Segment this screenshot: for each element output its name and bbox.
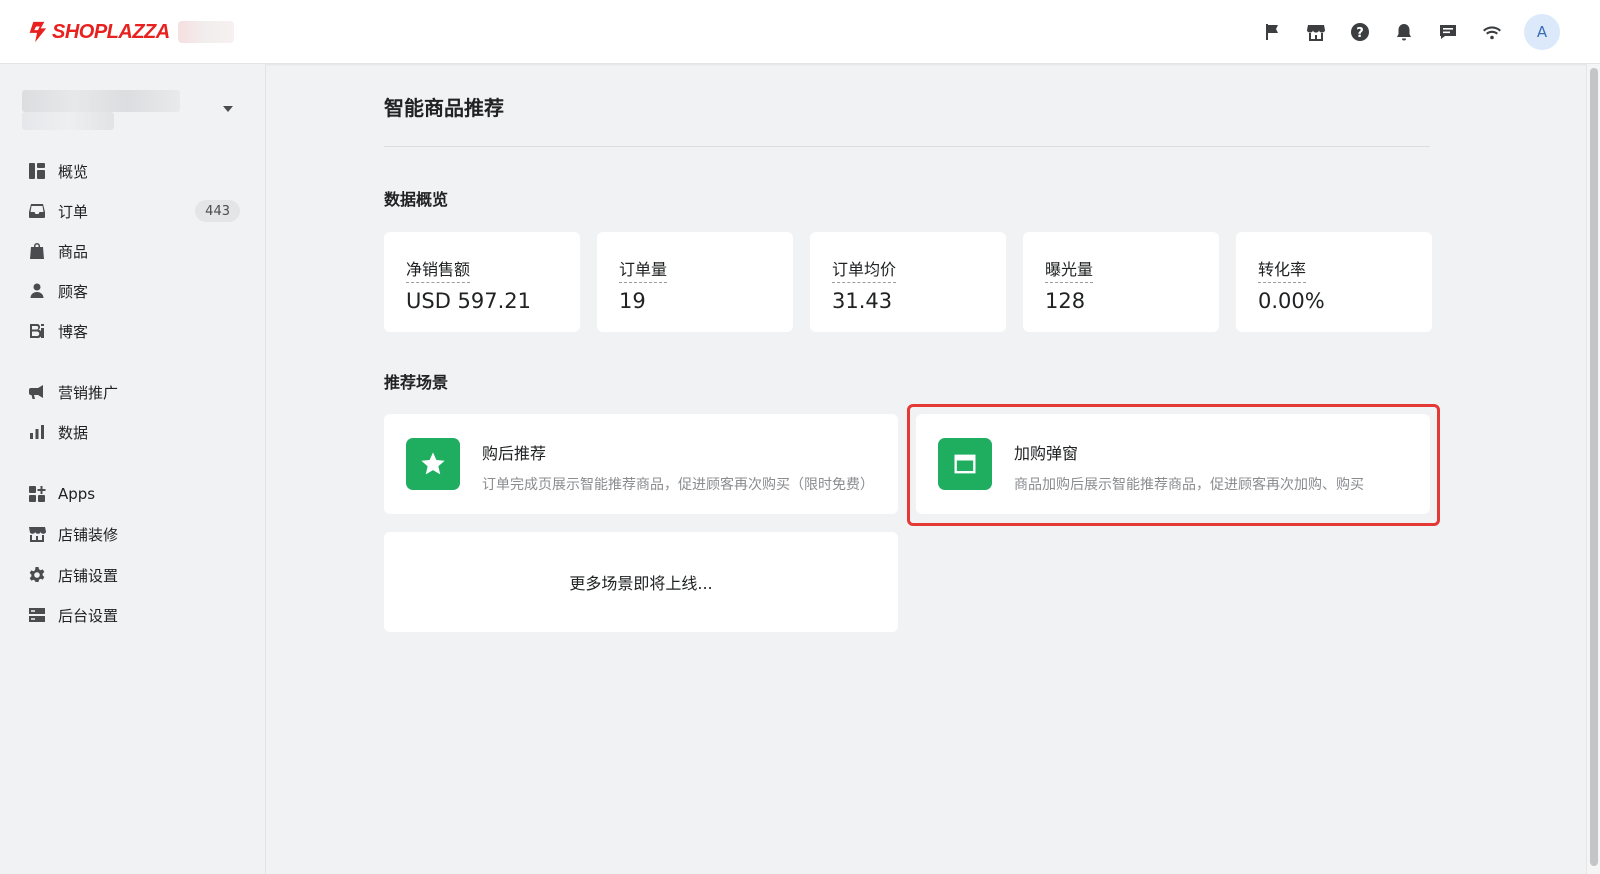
sidebar-item-marketing[interactable]: 营销推广 bbox=[12, 375, 252, 409]
sidebar-item-blog[interactable]: 博客 bbox=[12, 314, 252, 348]
stat-value: 0.00% bbox=[1258, 289, 1325, 313]
stat-value: USD 597.21 bbox=[406, 289, 532, 313]
store-url-redacted bbox=[22, 112, 114, 130]
scene-card-post-purchase[interactable]: 购后推荐 订单完成页展示智能推荐商品，促进顾客再次购买（限时免费） bbox=[384, 414, 898, 514]
scenes-section-title: 推荐场景 bbox=[384, 373, 449, 392]
sidebar-item-label: 订单 bbox=[58, 202, 89, 221]
window-icon bbox=[938, 438, 992, 490]
sidebar-item-customers[interactable]: 顾客 bbox=[12, 274, 252, 308]
star-icon bbox=[406, 438, 460, 490]
scene-title: 购后推荐 bbox=[482, 444, 547, 463]
sidebar-item-theme[interactable]: 店铺装修 bbox=[12, 517, 252, 551]
stat-label[interactable]: 转化率 bbox=[1258, 256, 1307, 283]
sidebar-item-label: 后台设置 bbox=[58, 606, 119, 625]
top-bar: SHOPLAZZA ? A bbox=[0, 0, 1600, 64]
server-icon bbox=[28, 606, 46, 624]
help-icon[interactable]: ? bbox=[1338, 12, 1382, 52]
scene-card-add-to-cart-popup[interactable]: 加购弹窗 商品加购后展示智能推荐商品，促进顾客再次加购、购买 bbox=[916, 414, 1430, 514]
sidebar-item-label: 营销推广 bbox=[58, 383, 119, 402]
scene-description: 订单完成页展示智能推荐商品，促进顾客再次购买（限时免费） bbox=[482, 477, 874, 493]
sidebar-item-label: 商品 bbox=[58, 242, 89, 261]
store-icon bbox=[28, 525, 46, 543]
page-title: 智能商品推荐 bbox=[384, 96, 504, 120]
blog-icon bbox=[28, 322, 46, 340]
store-icon[interactable] bbox=[1294, 12, 1338, 52]
store-selector[interactable] bbox=[22, 90, 242, 134]
shoplazza-logo-icon bbox=[26, 20, 48, 44]
person-icon bbox=[28, 282, 46, 300]
stat-card-net-sales: 净销售额 USD 597.21 bbox=[384, 232, 580, 332]
stat-label[interactable]: 曝光量 bbox=[1045, 256, 1094, 283]
scene-description: 商品加购后展示智能推荐商品，促进顾客再次加购、购买 bbox=[1014, 477, 1364, 493]
store-name-redacted bbox=[22, 90, 180, 112]
sidebar-item-label: 店铺装修 bbox=[58, 525, 119, 544]
sidebar-item-analytics[interactable]: 数据 bbox=[12, 415, 252, 449]
bell-icon[interactable] bbox=[1382, 12, 1426, 52]
sidebar-item-label: 店铺设置 bbox=[58, 566, 119, 585]
stat-card-impressions: 曝光量 128 bbox=[1023, 232, 1219, 332]
sidebar-item-orders[interactable]: 订单 443 bbox=[12, 194, 252, 228]
dashboard-icon bbox=[28, 162, 46, 180]
sidebar-item-store-settings[interactable]: 店铺设置 bbox=[12, 558, 252, 592]
scrollbar-thumb[interactable] bbox=[1590, 68, 1598, 866]
stat-card-order-count: 订单量 19 bbox=[597, 232, 793, 332]
scrollbar[interactable] bbox=[1586, 64, 1600, 874]
apps-icon bbox=[28, 485, 46, 503]
stat-card-average-order: 订单均价 31.43 bbox=[810, 232, 1006, 332]
sidebar-item-products[interactable]: 商品 bbox=[12, 234, 252, 268]
scene-title: 加购弹窗 bbox=[1014, 444, 1079, 463]
orders-count-badge: 443 bbox=[195, 200, 240, 222]
svg-text:?: ? bbox=[1356, 26, 1364, 41]
sidebar-item-label: Apps bbox=[58, 485, 96, 503]
flag-icon[interactable] bbox=[1250, 12, 1294, 52]
more-scenes-card: 更多场景即将上线... bbox=[384, 532, 898, 632]
stat-value: 19 bbox=[619, 289, 646, 313]
store-name-redacted bbox=[177, 21, 234, 43]
bag-icon bbox=[28, 242, 46, 260]
wifi-icon[interactable] bbox=[1470, 12, 1514, 52]
stat-label[interactable]: 订单均价 bbox=[832, 256, 897, 283]
sidebar: 概览 订单 443 商品 顾客 博客 营销推广 数据 Apps 店铺装修 店铺设… bbox=[0, 64, 266, 874]
stat-label[interactable]: 净销售额 bbox=[406, 256, 471, 283]
sidebar-item-label: 顾客 bbox=[58, 282, 89, 301]
sidebar-item-admin-settings[interactable]: 后台设置 bbox=[12, 598, 252, 632]
bar-chart-icon bbox=[28, 423, 46, 441]
chat-icon[interactable] bbox=[1426, 12, 1470, 52]
sidebar-item-label: 博客 bbox=[58, 322, 89, 341]
caret-down-icon bbox=[222, 100, 234, 112]
title-divider bbox=[384, 146, 1430, 147]
brand-logo[interactable]: SHOPLAZZA bbox=[26, 18, 234, 46]
top-icons: ? A bbox=[1250, 12, 1560, 52]
sidebar-item-label: 数据 bbox=[58, 423, 89, 442]
sidebar-item-overview[interactable]: 概览 bbox=[12, 154, 252, 188]
inbox-icon bbox=[28, 202, 46, 220]
sidebar-item-apps[interactable]: Apps bbox=[12, 477, 252, 511]
avatar[interactable]: A bbox=[1524, 14, 1560, 50]
stat-card-conversion-rate: 转化率 0.00% bbox=[1236, 232, 1432, 332]
stat-label[interactable]: 订单量 bbox=[619, 256, 668, 283]
stat-value: 128 bbox=[1045, 289, 1086, 313]
sidebar-item-label: 概览 bbox=[58, 162, 89, 181]
stat-value: 31.43 bbox=[832, 289, 893, 313]
megaphone-icon bbox=[28, 383, 46, 401]
gear-icon bbox=[28, 566, 46, 584]
overview-section-title: 数据概览 bbox=[384, 190, 449, 209]
brand-name: SHOPLAZZA bbox=[52, 20, 170, 43]
